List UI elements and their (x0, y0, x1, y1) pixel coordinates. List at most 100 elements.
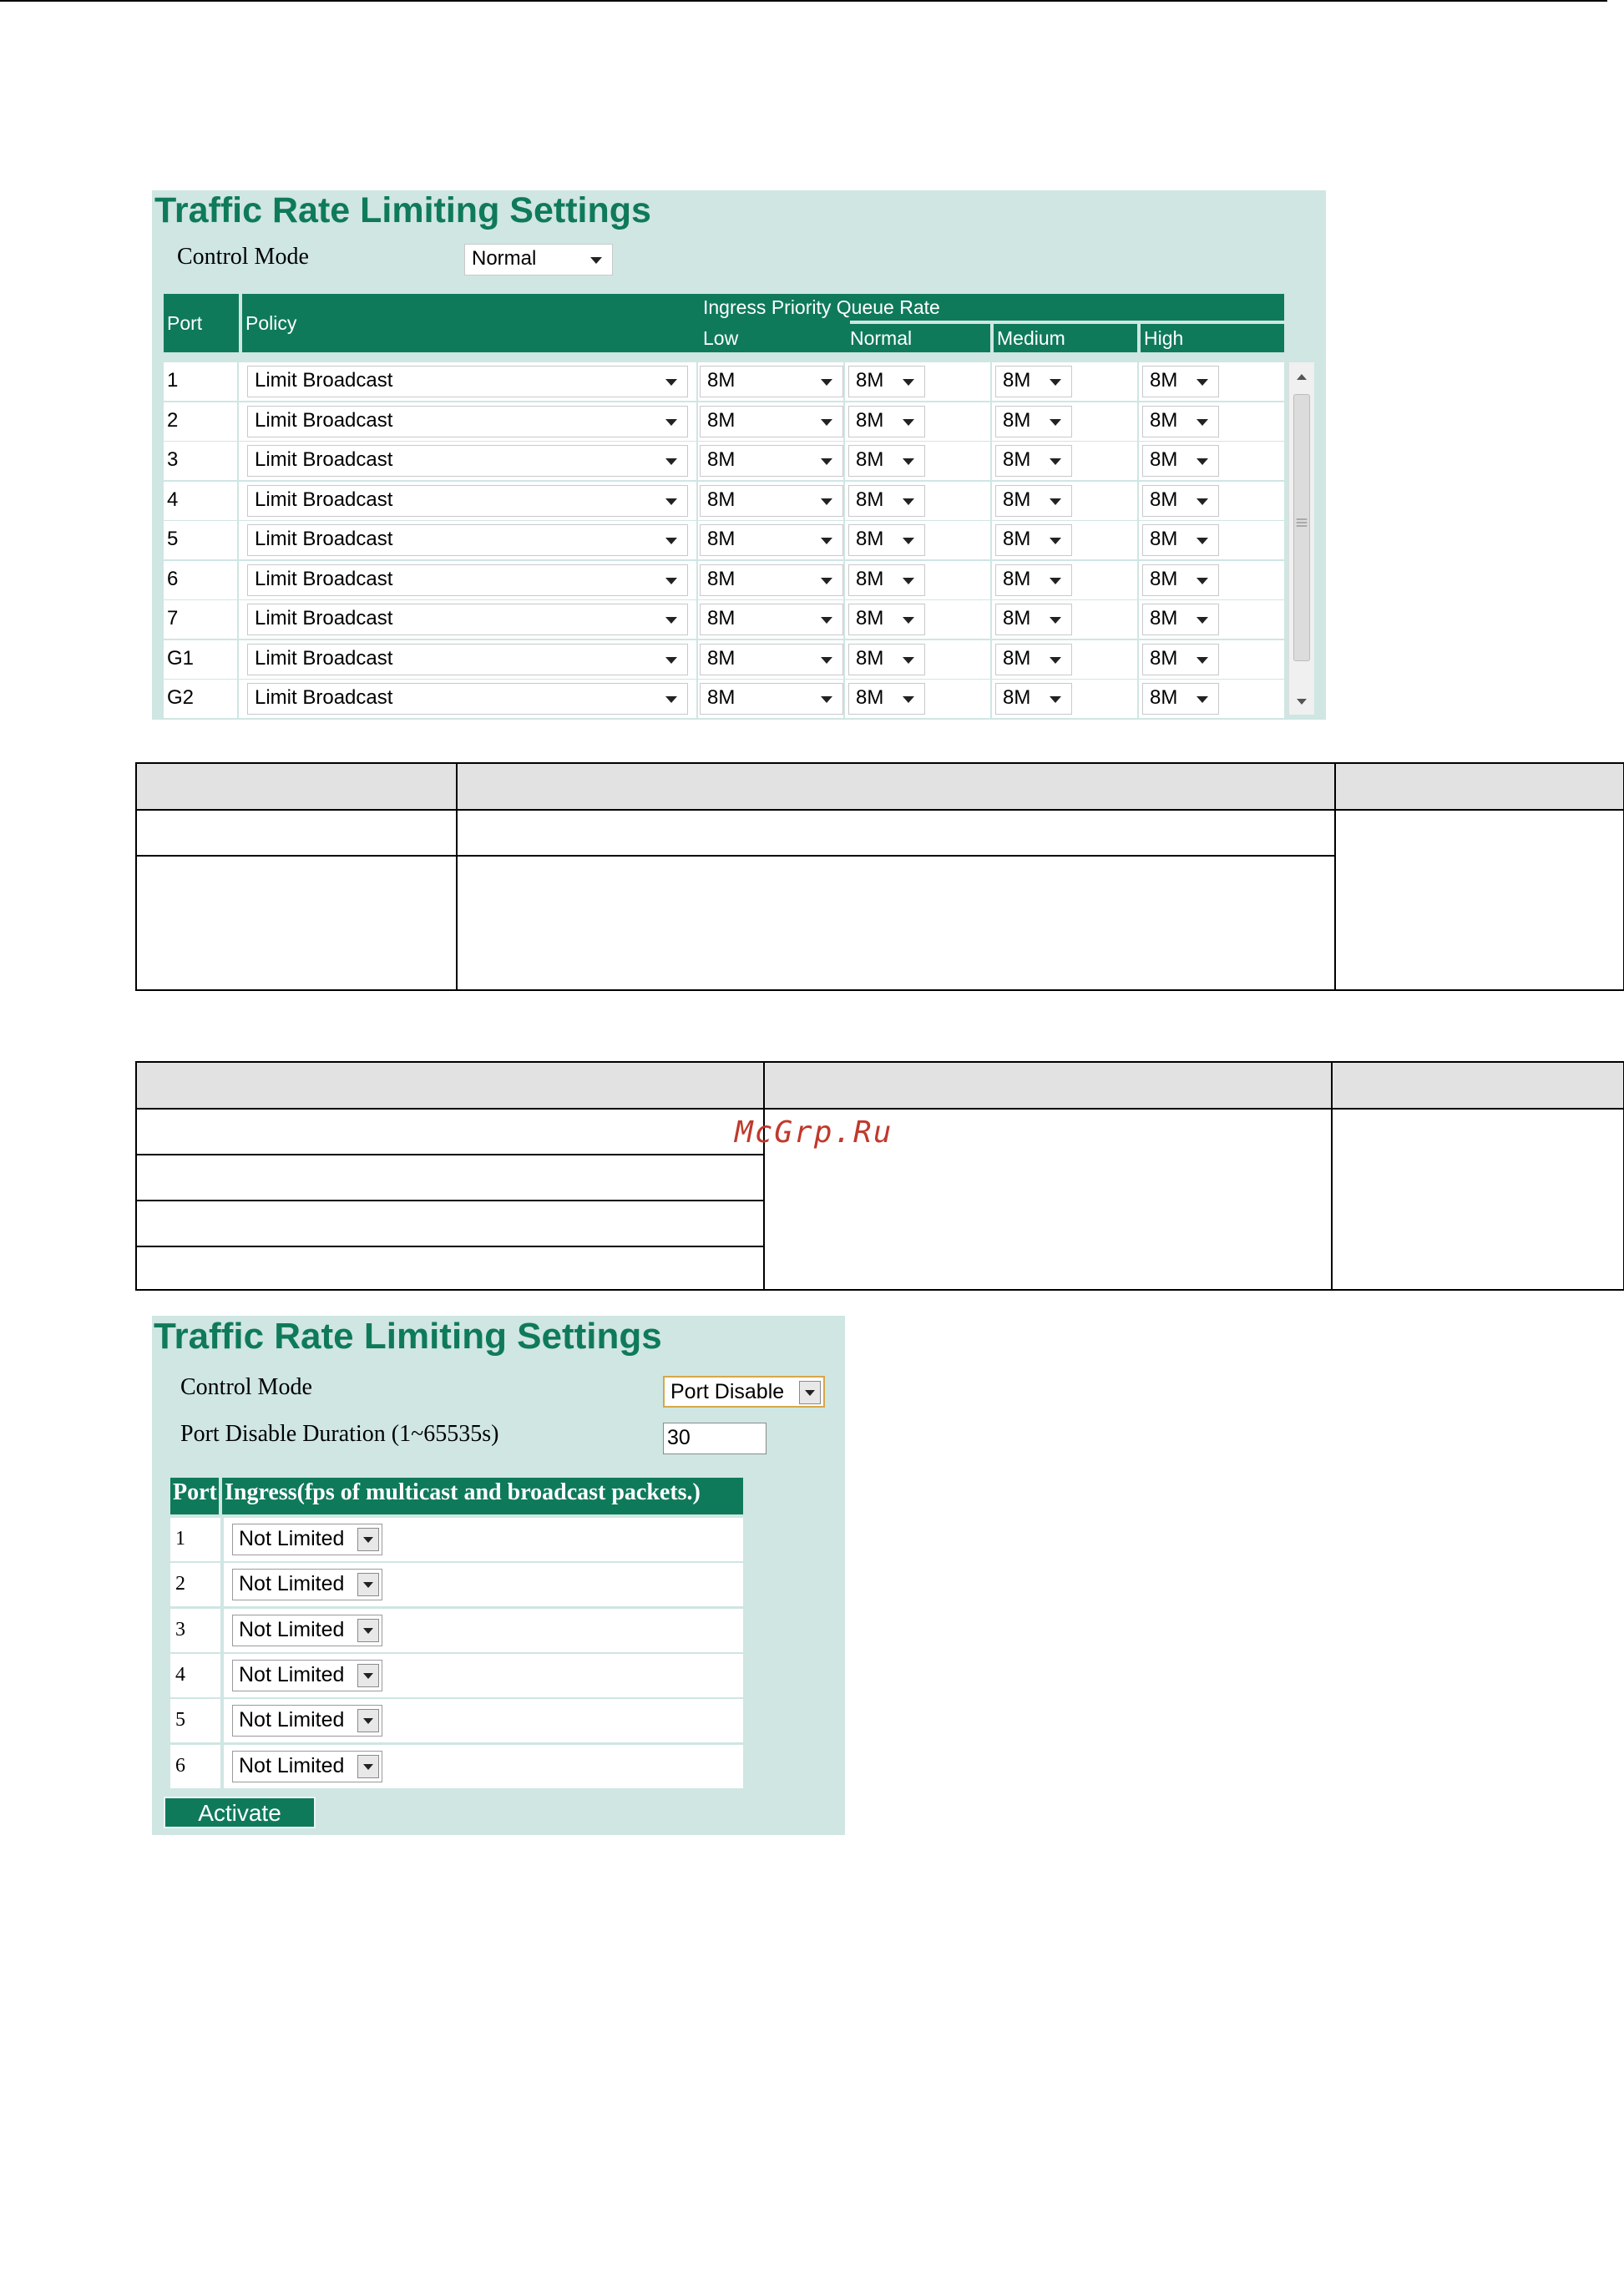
rate-select-medium[interactable]: 8M (995, 604, 1072, 635)
ingress-select[interactable]: Not Limited (232, 1705, 382, 1737)
rate-select-medium[interactable]: 8M (995, 564, 1072, 596)
ingress-value: Not Limited (239, 1753, 345, 1777)
table-row: 4 Not Limited (170, 1653, 743, 1699)
port-id: 5 (167, 528, 179, 550)
scroll-up-icon[interactable] (1297, 374, 1307, 380)
traffic-rate-limiting-panel-port-disable: Traffic Rate Limiting Settings Control M… (152, 1316, 845, 1835)
header-low: Low (700, 324, 843, 352)
rate-select-normal[interactable]: 8M (848, 484, 925, 517)
rate-value: 8M (856, 607, 884, 629)
rate-select-high[interactable]: 8M (1142, 643, 1219, 675)
rate-select-high[interactable]: 8M (1142, 445, 1219, 477)
rate-select-low[interactable]: 8M (700, 683, 843, 715)
rate-value: 8M (707, 369, 736, 392)
rate-select-high[interactable]: 8M (1142, 405, 1219, 437)
chevron-down-icon (903, 498, 914, 505)
rate-select-normal[interactable]: 8M (848, 564, 925, 596)
chevron-down-icon (357, 1709, 379, 1733)
column-divider (456, 764, 458, 989)
rate-select-medium[interactable]: 8M (995, 366, 1072, 397)
rate-value: 8M (1003, 448, 1031, 471)
policy-select[interactable]: Limit Broadcast (247, 366, 688, 397)
activate-button[interactable]: Activate (164, 1797, 316, 1828)
rate-select-low[interactable]: 8M (700, 524, 843, 556)
chevron-down-icon (1050, 379, 1061, 386)
rate-select-low[interactable]: 8M (700, 405, 843, 437)
header-ingress-priority-queue-rate: Ingress Priority Queue Rate (700, 294, 1284, 321)
rate-select-normal[interactable]: 8M (848, 445, 925, 477)
chevron-down-icon (665, 577, 677, 584)
settings-description-table-1 (135, 762, 1624, 991)
port-id: 3 (167, 448, 179, 471)
header-high: High (1141, 324, 1284, 352)
policy-select[interactable]: Limit Broadcast (247, 564, 688, 596)
ingress-select[interactable]: Not Limited (232, 1614, 382, 1646)
control-mode-label: Control Mode (177, 244, 309, 270)
rate-select-high[interactable]: 8M (1142, 366, 1219, 397)
rate-select-low[interactable]: 8M (700, 604, 843, 635)
chevron-down-icon (665, 656, 677, 664)
chevron-down-icon (665, 498, 677, 505)
rate-select-low[interactable]: 8M (700, 484, 843, 517)
rate-select-normal[interactable]: 8M (848, 524, 925, 556)
chevron-down-icon (903, 458, 914, 465)
ingress-select[interactable]: Not Limited (232, 1750, 382, 1782)
rate-select-medium[interactable]: 8M (995, 643, 1072, 675)
rate-select-low[interactable]: 8M (700, 643, 843, 675)
port-id: G2 (167, 686, 195, 709)
ingress-select[interactable]: Not Limited (232, 1524, 382, 1555)
chevron-down-icon (1050, 656, 1061, 664)
chevron-down-icon (1196, 577, 1208, 584)
rate-select-medium[interactable]: 8M (995, 484, 1072, 517)
chevron-down-icon (357, 1754, 379, 1778)
rate-select-low[interactable]: 8M (700, 445, 843, 477)
chevron-down-icon (1196, 418, 1208, 426)
rate-select-high[interactable]: 8M (1142, 683, 1219, 715)
rate-select-high[interactable]: 8M (1142, 604, 1219, 635)
ingress-select[interactable]: Not Limited (232, 1659, 382, 1691)
policy-select[interactable]: Limit Broadcast (247, 445, 688, 477)
rate-value: 8M (1003, 408, 1031, 432)
rate-select-low[interactable]: 8M (700, 564, 843, 596)
rate-select-medium[interactable]: 8M (995, 683, 1072, 715)
policy-select[interactable]: Limit Broadcast (247, 604, 688, 635)
rate-select-normal[interactable]: 8M (848, 366, 925, 397)
control-mode-select[interactable]: Port Disable (663, 1376, 825, 1408)
scroll-down-icon[interactable] (1297, 699, 1307, 705)
rate-select-medium[interactable]: 8M (995, 524, 1072, 556)
rate-select-normal[interactable]: 8M (848, 683, 925, 715)
rate-select-high[interactable]: 8M (1142, 484, 1219, 517)
column-divider (1331, 1063, 1333, 1289)
table-scrollbar[interactable]: — — — (1288, 362, 1314, 715)
chevron-down-icon (1196, 379, 1208, 386)
rate-value: 8M (1003, 686, 1031, 709)
rate-select-medium[interactable]: 8M (995, 445, 1072, 477)
rate-select-high[interactable]: 8M (1142, 564, 1219, 596)
chevron-down-icon (821, 538, 832, 544)
rate-select-normal[interactable]: 8M (848, 643, 925, 675)
policy-select[interactable]: Limit Broadcast (247, 484, 688, 517)
port-id: 5 (175, 1709, 185, 1732)
rate-value: 8M (707, 448, 736, 471)
rate-select-low[interactable]: 8M (700, 366, 843, 397)
rate-select-medium[interactable]: 8M (995, 405, 1072, 437)
rate-value: 8M (856, 567, 884, 590)
watermark: McGrp.Ru (735, 1115, 893, 1150)
ingress-select[interactable]: Not Limited (232, 1569, 382, 1601)
policy-select[interactable]: Limit Broadcast (247, 405, 688, 437)
rate-value: 8M (1003, 488, 1031, 511)
port-id: 6 (167, 567, 179, 590)
rate-select-normal[interactable]: 8M (848, 604, 925, 635)
rate-value: 8M (707, 607, 736, 629)
policy-select[interactable]: Limit Broadcast (247, 524, 688, 556)
column-divider (1334, 764, 1336, 989)
control-mode-select[interactable]: Normal (464, 244, 613, 276)
policy-select[interactable]: Limit Broadcast (247, 683, 688, 715)
policy-value: Limit Broadcast (255, 528, 393, 550)
table-row: 1 Limit Broadcast 8M 8M 8M 8M (164, 362, 1284, 402)
rate-select-normal[interactable]: 8M (848, 405, 925, 437)
policy-select[interactable]: Limit Broadcast (247, 643, 688, 675)
chevron-down-icon (821, 656, 832, 664)
rate-select-high[interactable]: 8M (1142, 524, 1219, 556)
port-disable-duration-input[interactable]: 30 (663, 1423, 766, 1454)
